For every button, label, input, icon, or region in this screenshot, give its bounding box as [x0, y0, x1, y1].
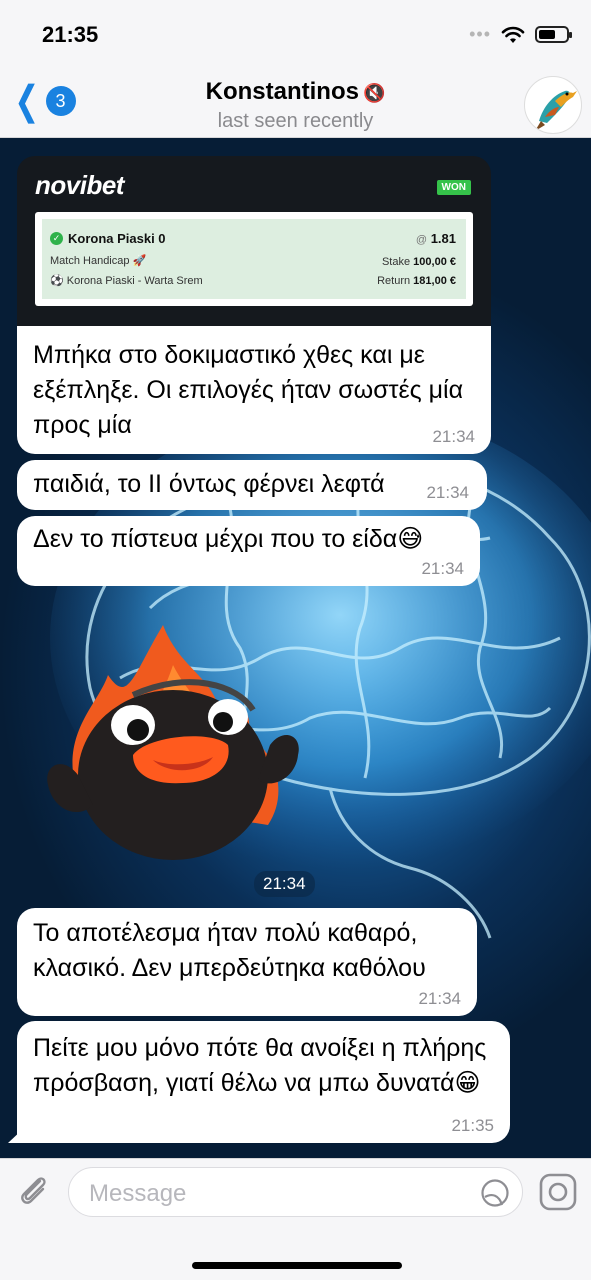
contact-name: Konstantinos [205, 78, 359, 105]
bird-avatar-icon [535, 90, 577, 131]
bet-event: ⚽ Korona Piaski - Warta Srem [50, 274, 203, 287]
wifi-icon [501, 26, 525, 43]
football-icon: ⚽ [50, 275, 64, 287]
event-name: Korona Piaski - Warta Srem [66, 275, 203, 287]
checkmark-icon: ✓ [50, 232, 63, 245]
message-bubble[interactable]: Πείτε μου μόνο πότε θα ανοίξει η πλήρης … [17, 1021, 510, 1143]
message-time: 21:34 [421, 559, 464, 578]
message-text: παιδιά, το ΙΙ όντως φέρνει λεφτά [33, 470, 385, 498]
bet-slip-image[interactable]: novibet WON ✓ Korona Piaski 0 @ 1.81 Mat… [17, 156, 491, 326]
contact-avatar[interactable] [524, 76, 582, 134]
navigation-header: 21:35 ••• ❮ 3 Konstantinos 🔇 last seen re… [0, 0, 591, 138]
home-indicator [192, 1262, 402, 1269]
last-seen-status: last seen recently [217, 110, 374, 132]
paperclip-icon[interactable] [16, 1173, 52, 1209]
message-time: 21:35 [451, 1116, 494, 1135]
selection-label: Korona Piaski 0 [68, 231, 166, 246]
stake-value: 100,00 € [413, 256, 456, 268]
message-time: 21:34 [418, 989, 461, 1008]
odds-value: 1.81 [430, 231, 456, 246]
bookmaker-logo: novibet [35, 170, 124, 200]
bet-return: Return 181,00 € [377, 275, 456, 287]
chat-title[interactable]: Konstantinos 🔇 [0, 78, 591, 106]
message-bubble[interactable]: παιδιά, το ΙΙ όντως φέρνει λεφτά 21:34 [17, 460, 487, 510]
sticker-time: 21:34 [254, 871, 315, 897]
camera-icon[interactable] [539, 1173, 577, 1211]
message-placeholder: Message [89, 1180, 187, 1207]
bet-selection: ✓ Korona Piaski 0 [50, 231, 166, 246]
message-time: 21:34 [432, 427, 475, 446]
return-value: 181,00 € [413, 275, 456, 287]
signal-dots-icon: ••• [469, 24, 491, 44]
bet-market: Match Handicap 🚀 [50, 255, 147, 267]
message-text: Μπήκα στο δοκιμαστικό χθες και με εξέπλη… [33, 341, 464, 439]
status-bar-icons: ••• [469, 24, 572, 45]
bet-odds: @ 1.81 [415, 231, 456, 246]
won-badge: WON [436, 180, 471, 195]
message-input[interactable]: Message [68, 1167, 523, 1217]
muted-icon: 🔇 [362, 83, 386, 103]
sticker-icon[interactable] [480, 1178, 510, 1208]
fire-duck-sticker[interactable] [38, 615, 308, 880]
bet-details: ✓ Korona Piaski 0 @ 1.81 Match Handicap … [35, 212, 473, 306]
message-text: Το αποτέλεσμα ήταν πολύ καθαρό, κλασικό.… [33, 919, 426, 982]
bet-stake: Stake 100,00 € [381, 256, 456, 268]
message-bubble[interactable]: Δεν το πίστευα μέχρι που το είδα😅 21:34 [17, 516, 480, 586]
message-bubble[interactable]: Το αποτέλεσμα ήταν πολύ καθαρό, κλασικό.… [17, 908, 477, 1016]
status-bar-time: 21:35 [42, 22, 99, 47]
message-text: Δεν το πίστευα μέχρι που το είδα😅 [33, 525, 424, 553]
battery-icon [535, 26, 572, 43]
message-time: 21:34 [426, 483, 469, 502]
message-bubble[interactable]: Μπήκα στο δοκιμαστικό χθες και με εξέπλη… [17, 326, 491, 454]
message-text: Πείτε μου μόνο πότε θα ανοίξει η πλήρης … [33, 1034, 487, 1097]
